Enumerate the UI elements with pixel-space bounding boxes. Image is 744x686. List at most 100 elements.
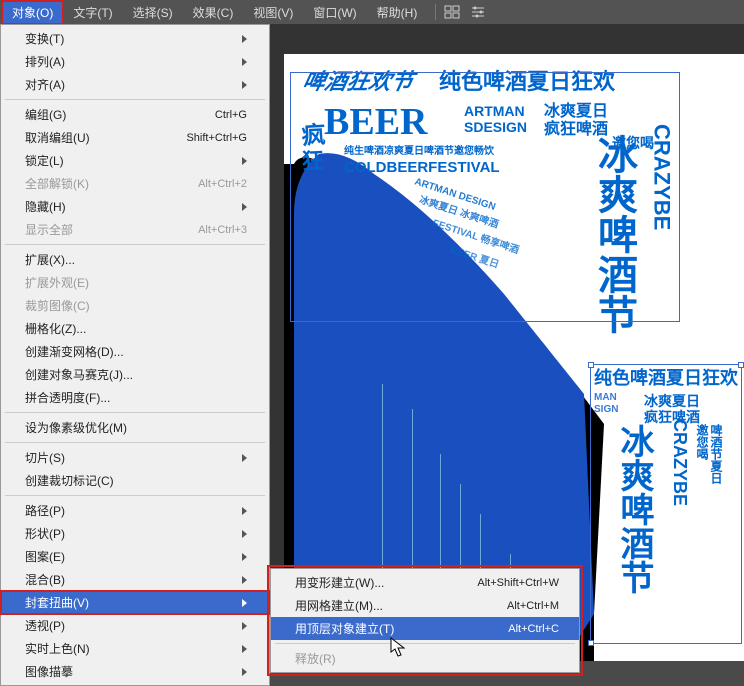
selection-outline-top xyxy=(290,72,680,322)
menu-item[interactable]: 创建渐变网格(D)... xyxy=(1,340,269,363)
menu-item-shortcut: Shift+Ctrl+G xyxy=(186,132,247,144)
menu-item-label: 设为像素级优化(M) xyxy=(25,419,247,436)
menu-object[interactable]: 对象(O) xyxy=(2,1,63,24)
adjust-icon[interactable] xyxy=(470,4,486,20)
menu-item-label: 封套扭曲(V) xyxy=(25,594,242,611)
submenu-arrow-icon xyxy=(242,599,247,607)
menu-item-label: 扩展外观(E) xyxy=(25,274,247,291)
menu-item[interactable]: 封套扭曲(V) xyxy=(1,591,269,614)
selection-outline-right xyxy=(590,364,742,644)
menu-item[interactable]: 实时上色(N) xyxy=(1,637,269,660)
menu-select[interactable]: 选择(S) xyxy=(123,1,183,24)
menu-item[interactable]: 透视(P) xyxy=(1,614,269,637)
menu-window[interactable]: 窗口(W) xyxy=(303,1,366,24)
menu-item[interactable]: 切片(S) xyxy=(1,446,269,469)
menu-item-label: 排列(A) xyxy=(25,53,242,70)
menu-separator xyxy=(5,244,265,245)
menu-effect[interactable]: 效果(C) xyxy=(183,1,244,24)
submenu-item-shortcut: Alt+Ctrl+C xyxy=(508,623,559,635)
menu-item-label: 隐藏(H) xyxy=(25,198,242,215)
cursor-icon xyxy=(390,637,408,659)
menu-item[interactable]: 排列(A) xyxy=(1,50,269,73)
menu-item[interactable]: 拼合透明度(F)... xyxy=(1,386,269,409)
menu-item-label: 形状(P) xyxy=(25,525,242,542)
menu-item[interactable]: 图像描摹 xyxy=(1,660,269,683)
menu-type[interactable]: 文字(T) xyxy=(63,1,122,24)
submenu-arrow-icon xyxy=(242,157,247,165)
menu-item-label: 创建渐变网格(D)... xyxy=(25,343,247,360)
submenu-item-label: 用顶层对象建立(T) xyxy=(295,620,508,637)
menu-item[interactable]: 形状(P) xyxy=(1,522,269,545)
menu-item-label: 编组(G) xyxy=(25,106,215,123)
menu-item-label: 实时上色(N) xyxy=(25,640,242,657)
handle[interactable] xyxy=(738,362,744,368)
submenu-item[interactable]: 用顶层对象建立(T)Alt+Ctrl+C xyxy=(271,617,579,640)
submenu-item-shortcut: Alt+Shift+Ctrl+W xyxy=(477,577,559,589)
submenu-item[interactable]: 用网格建立(M)...Alt+Ctrl+M xyxy=(271,594,579,617)
menu-item-label: 图案(E) xyxy=(25,548,242,565)
menu-item-shortcut: Alt+Ctrl+2 xyxy=(198,178,247,190)
submenu-arrow-icon xyxy=(242,645,247,653)
menu-item-label: 透视(P) xyxy=(25,617,242,634)
menu-item-label: 切片(S) xyxy=(25,449,242,466)
submenu-arrow-icon xyxy=(242,35,247,43)
menu-separator xyxy=(5,99,265,100)
essentials-icon[interactable] xyxy=(444,4,460,20)
menu-item: 裁剪图像(C) xyxy=(1,294,269,317)
menu-item-label: 拼合透明度(F)... xyxy=(25,389,247,406)
menu-item-label: 取消编组(U) xyxy=(25,129,186,146)
canvas-area: 啤酒狂欢节 纯色啤酒夏日狂欢 疯 狂 BEER ARTMAN SDESIGN 冰… xyxy=(270,24,744,661)
menu-item[interactable]: 扩展(X)... xyxy=(1,248,269,271)
handle[interactable] xyxy=(588,362,594,368)
menu-item[interactable]: 栅格化(Z)... xyxy=(1,317,269,340)
envelope-distort-submenu: 用变形建立(W)...Alt+Shift+Ctrl+W用网格建立(M)...Al… xyxy=(270,568,580,673)
menu-item: 扩展外观(E) xyxy=(1,271,269,294)
object-menu-dropdown: 变换(T)排列(A)对齐(A)编组(G)Ctrl+G取消编组(U)Shift+C… xyxy=(0,24,270,686)
menu-separator xyxy=(5,412,265,413)
menu-separator xyxy=(5,495,265,496)
menu-item[interactable]: 隐藏(H) xyxy=(1,195,269,218)
menu-item[interactable]: 取消编组(U)Shift+Ctrl+G xyxy=(1,126,269,149)
menu-item-label: 混合(B) xyxy=(25,571,242,588)
menu-view[interactable]: 视图(V) xyxy=(243,1,303,24)
submenu-arrow-icon xyxy=(242,553,247,561)
submenu-arrow-icon xyxy=(242,507,247,515)
menu-item[interactable]: 创建裁切标记(C) xyxy=(1,469,269,492)
submenu-arrow-icon xyxy=(242,622,247,630)
menu-item-label: 锁定(L) xyxy=(25,152,242,169)
submenu-item-shortcut: Alt+Ctrl+M xyxy=(507,600,559,612)
menu-item[interactable]: 变换(T) xyxy=(1,27,269,50)
menubar-icons xyxy=(444,4,486,20)
submenu-item[interactable]: 用变形建立(W)...Alt+Shift+Ctrl+W xyxy=(271,571,579,594)
menu-help[interactable]: 帮助(H) xyxy=(367,1,428,24)
handle[interactable] xyxy=(588,640,594,646)
menu-item[interactable]: 创建对象马赛克(J)... xyxy=(1,363,269,386)
submenu-item: 释放(R) xyxy=(271,647,579,670)
menu-item[interactable]: 对齐(A) xyxy=(1,73,269,96)
submenu-arrow-icon xyxy=(242,576,247,584)
submenu-arrow-icon xyxy=(242,454,247,462)
menu-item-label: 栅格化(Z)... xyxy=(25,320,247,337)
menu-item-label: 扩展(X)... xyxy=(25,251,247,268)
menu-separator xyxy=(275,643,575,644)
menu-item[interactable]: 锁定(L) xyxy=(1,149,269,172)
submenu-arrow-icon xyxy=(242,203,247,211)
menu-item: 显示全部Alt+Ctrl+3 xyxy=(1,218,269,241)
menu-item-shortcut: Ctrl+G xyxy=(215,109,247,121)
menu-item-label: 图像描摹 xyxy=(25,663,242,680)
menu-item-label: 全部解锁(K) xyxy=(25,175,198,192)
submenu-item-label: 用网格建立(M)... xyxy=(295,597,507,614)
menu-item-shortcut: Alt+Ctrl+3 xyxy=(198,224,247,236)
menu-item-label: 变换(T) xyxy=(25,30,242,47)
divider xyxy=(435,4,436,20)
menu-item[interactable]: 编组(G)Ctrl+G xyxy=(1,103,269,126)
menu-item[interactable]: 图案(E) xyxy=(1,545,269,568)
menu-item[interactable]: 设为像素级优化(M) xyxy=(1,416,269,439)
submenu-arrow-icon xyxy=(242,530,247,538)
menu-item[interactable]: 路径(P) xyxy=(1,499,269,522)
menu-item[interactable]: 混合(B) xyxy=(1,568,269,591)
menu-item-label: 创建裁切标记(C) xyxy=(25,472,247,489)
submenu-item-label: 用变形建立(W)... xyxy=(295,574,477,591)
menu-item-label: 创建对象马赛克(J)... xyxy=(25,366,247,383)
submenu-arrow-icon xyxy=(242,668,247,676)
